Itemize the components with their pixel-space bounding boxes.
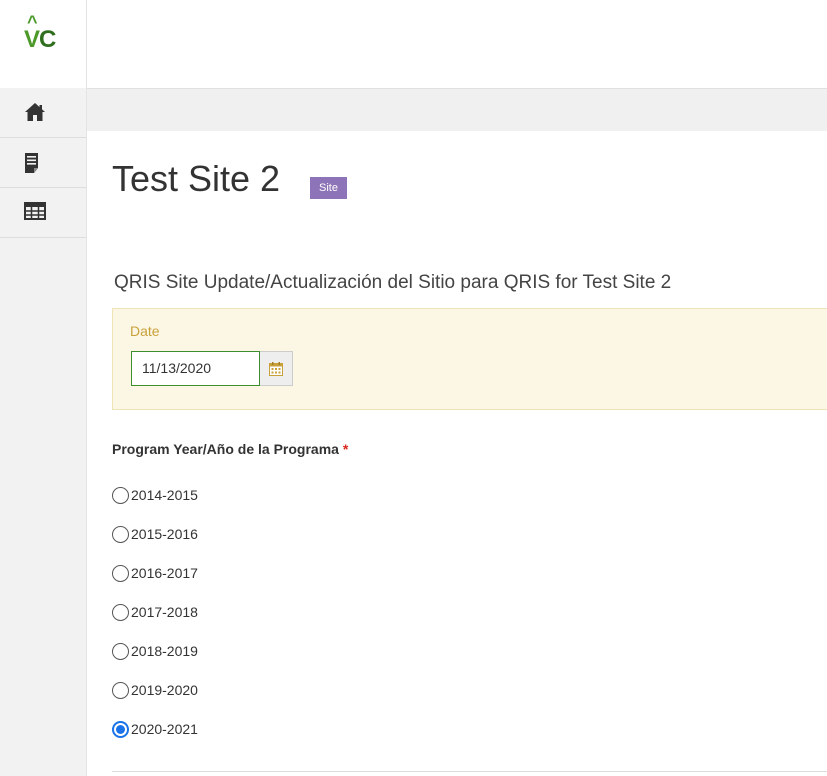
- sub-header-bar: [87, 88, 827, 131]
- logo[interactable]: ^ VC: [24, 12, 56, 54]
- radio-button[interactable]: [112, 525, 129, 543]
- radio-label: 2020-2021: [131, 721, 198, 737]
- date-panel: Date 11/13/2020: [112, 308, 827, 410]
- radio-option[interactable]: 2017-2018: [112, 601, 198, 623]
- radio-label: 2017-2018: [131, 604, 198, 620]
- radio-option[interactable]: 2016-2017: [112, 562, 198, 584]
- logo-area: ^ VC: [0, 0, 87, 88]
- radio-label: 2018-2019: [131, 643, 198, 659]
- radio-label: 2014-2015: [131, 487, 198, 503]
- sidebar: [0, 88, 87, 776]
- calendar-button[interactable]: [260, 351, 293, 386]
- radio-button[interactable]: [112, 642, 129, 660]
- radio-option[interactable]: 2019-2020: [112, 679, 198, 701]
- radio-button[interactable]: [112, 681, 129, 699]
- radio-button[interactable]: [112, 486, 129, 504]
- radio-option-selected[interactable]: 2020-2021: [112, 718, 198, 740]
- divider: [112, 771, 827, 772]
- top-header: [87, 0, 827, 88]
- radio-button[interactable]: [112, 564, 129, 582]
- page-title: Test Site 2: [112, 158, 281, 199]
- radio-label: 2015-2016: [131, 526, 198, 542]
- radio-label: 2019-2020: [131, 682, 198, 698]
- program-year-label: Program Year/Año de la Programa *: [112, 441, 349, 457]
- site-badge: Site: [310, 177, 347, 199]
- sidebar-item-forms[interactable]: [0, 138, 86, 188]
- radio-option[interactable]: 2014-2015: [112, 484, 198, 506]
- required-mark: *: [342, 441, 349, 457]
- radio-option[interactable]: 2015-2016: [112, 523, 198, 545]
- document-icon: [25, 153, 38, 173]
- radio-button-checked[interactable]: [112, 720, 129, 738]
- sidebar-item-home[interactable]: [0, 88, 86, 138]
- radio-button[interactable]: [112, 603, 129, 621]
- radio-label: 2016-2017: [131, 565, 198, 581]
- date-input[interactable]: 11/13/2020: [131, 351, 260, 386]
- sidebar-item-tables[interactable]: [0, 188, 86, 238]
- form-title: QRIS Site Update/Actualización del Sitio…: [114, 272, 672, 293]
- home-icon: [25, 103, 45, 121]
- date-label: Date: [130, 323, 160, 339]
- radio-option[interactable]: 2018-2019: [112, 640, 198, 662]
- calendar-icon: [269, 362, 283, 376]
- table-icon: [24, 202, 46, 220]
